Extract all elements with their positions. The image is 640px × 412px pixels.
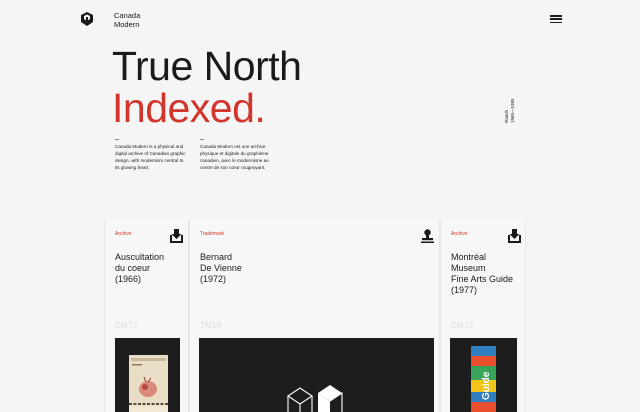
description-english-text: Canada Modern is a physical and digital …: [115, 144, 186, 170]
guide-book-text: Guide: [481, 371, 492, 400]
card-title-line: Museum: [451, 263, 486, 273]
card-title: Bernard De Vienne (1972): [200, 252, 242, 285]
archive-cards: Archive Auscultation du coeur (1966) CM7…: [104, 220, 526, 412]
brand-name[interactable]: Canada Modern: [114, 11, 140, 29]
card-category: Archive: [115, 231, 132, 237]
description-french: Canada Modern est une archive physique e…: [200, 139, 272, 171]
archive-card[interactable]: Trademark Bernard De Vienne (1972) TM18: [189, 220, 440, 412]
brand-name-line2: Modern: [114, 20, 140, 29]
description-dash: [200, 139, 204, 140]
card-title: Montréal Museum Fine Arts Guide (1977): [451, 252, 513, 296]
card-title-line: Montréal: [451, 252, 487, 262]
description-french-text: Canada Modern est une archive physique e…: [200, 144, 269, 170]
download-archive-icon[interactable]: [170, 229, 183, 243]
archive-card[interactable]: Archive Montréal Museum Fine Arts Guide …: [440, 220, 526, 412]
brand-name-line1: Canada: [114, 11, 141, 20]
card-title-line: Fine Arts Guide: [451, 274, 514, 284]
stamp-icon[interactable]: [421, 229, 434, 243]
hamburger-menu-icon[interactable]: [550, 15, 562, 24]
card-title: Auscultation du coeur (1966): [115, 252, 164, 285]
card-code: CM72: [451, 321, 474, 330]
description-english: Canada Modern is a physical and digital …: [115, 139, 187, 171]
canada-modern-logo-icon[interactable]: [81, 12, 93, 26]
description-dash: [115, 139, 119, 140]
side-label-line2: 1960—1985: [510, 98, 515, 123]
card-code: CM73: [115, 321, 138, 330]
card-title-line: du coeur: [115, 263, 151, 273]
card-category: Archive: [451, 231, 468, 237]
card-title-line: (1966): [115, 274, 142, 284]
hero-title-line1: True North: [112, 43, 302, 89]
card-title-line: (1977): [451, 285, 478, 295]
trademark-cubes-image: [199, 338, 434, 412]
card-category: Trademark: [200, 231, 224, 237]
vertical-side-label: Ranch 1960—1985: [497, 96, 523, 126]
side-label-line1: Ranch: [504, 109, 509, 123]
card-thumbnail[interactable]: Guide: [450, 338, 517, 412]
download-archive-icon[interactable]: [508, 229, 521, 243]
heart-record-sleeve-image: [115, 338, 180, 412]
museum-guide-book-image: Guide: [450, 338, 517, 412]
card-code: TM18: [200, 321, 222, 330]
card-thumbnail[interactable]: [115, 338, 180, 412]
card-title-line: (1972): [200, 274, 227, 284]
card-title-line: Bernard: [200, 252, 233, 262]
site-header: Canada Modern: [0, 0, 640, 40]
card-thumbnail[interactable]: [199, 338, 434, 412]
card-title-line: De Vienne: [200, 263, 242, 273]
hero-title-line2: Indexed.: [112, 85, 266, 131]
card-title-line: Auscultation: [115, 252, 165, 262]
archive-card[interactable]: Archive Auscultation du coeur (1966) CM7…: [104, 220, 189, 412]
